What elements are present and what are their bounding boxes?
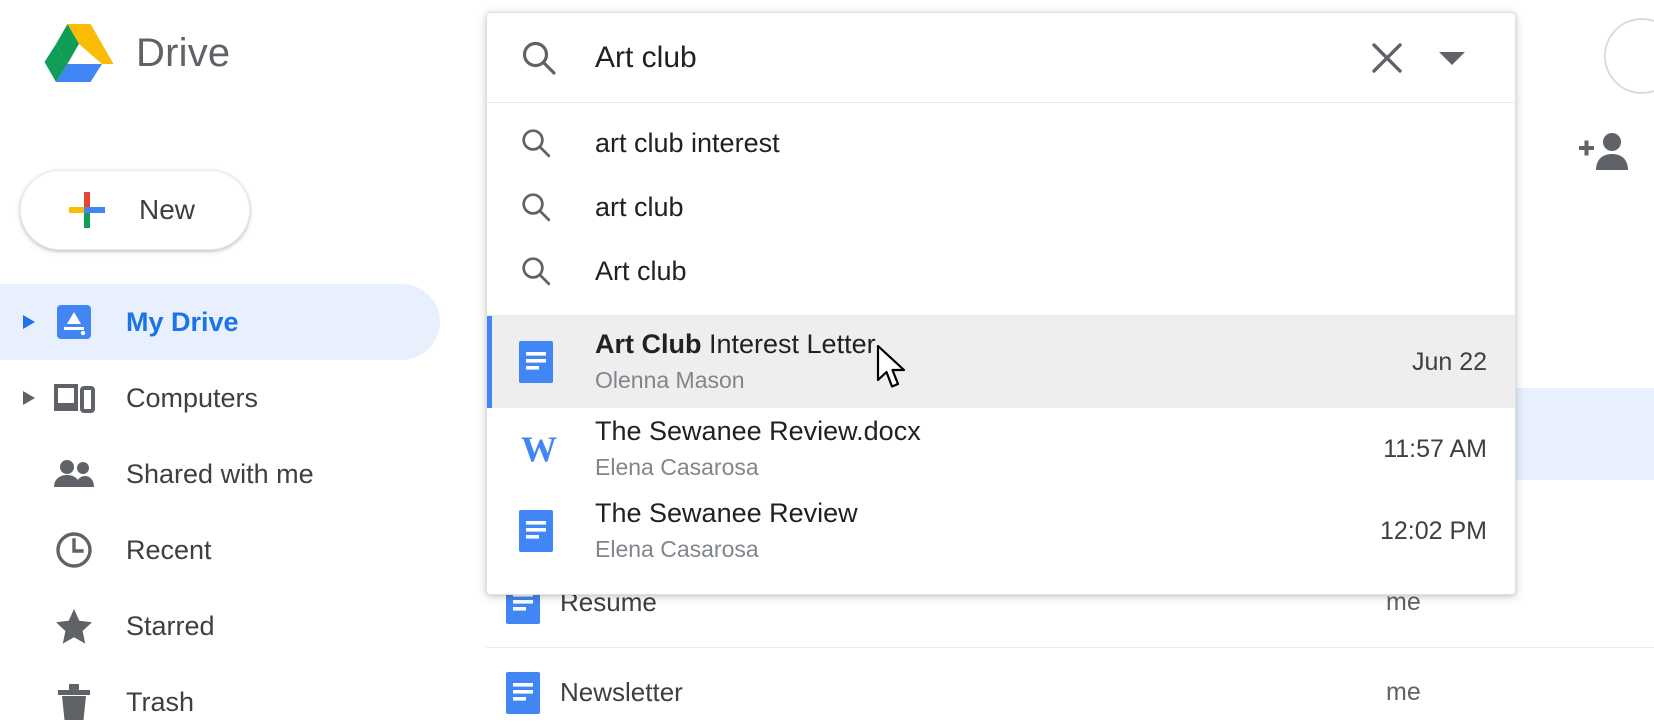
search-result-time: 11:57 AM [1383, 434, 1487, 463]
sidebar-item-label: Recent [126, 534, 212, 565]
suggestion-item[interactable]: art club [487, 175, 1515, 239]
sidebar-item-label: Trash [126, 686, 195, 717]
clock-icon [46, 530, 102, 570]
search-result-owner: Elena Casarosa [595, 453, 759, 480]
file-owner: me [1386, 678, 1421, 706]
svg-text:W: W [521, 429, 557, 469]
search-result-row[interactable]: The Sewanee Review Elena Casarosa 12:02 … [487, 490, 1515, 572]
search-results-list: Art Club Interest Letter Olenna Mason Ju… [487, 316, 1515, 594]
search-result-title-rest: The Sewanee Review.docx [595, 416, 921, 447]
search-result-body: The Sewanee Review Elena Casarosa [581, 497, 1380, 565]
suggestion-text: art club [595, 191, 684, 222]
file-name: Newsletter [560, 677, 683, 707]
suggestion-text: Art club [595, 255, 687, 286]
google-docs-icon [519, 341, 581, 383]
search-result-title: The Sewanee Review.docx [595, 415, 1383, 449]
brand-name: Drive [136, 30, 231, 75]
sidebar-item-my-drive[interactable]: My Drive [0, 284, 440, 360]
search-result-title-rest: The Sewanee Review [595, 498, 858, 529]
expand-caret-icon[interactable] [12, 313, 46, 331]
drive-app-window: Drive New My Drive Computers Shared with… [0, 0, 1654, 726]
search-icon [519, 190, 581, 224]
sidebar-item-label: Starred [126, 610, 215, 641]
search-result-row[interactable]: Art Club Interest Letter Olenna Mason Ju… [487, 316, 1515, 408]
drive-logo-icon [44, 22, 114, 84]
suggestion-item[interactable]: art club interest [487, 111, 1515, 175]
sidebar-item-starred[interactable]: Starred [0, 588, 486, 664]
computer-icon [46, 382, 102, 414]
drive-icon [46, 302, 102, 342]
google-docs-icon [519, 510, 581, 552]
search-result-title-match: Art Club [595, 329, 702, 360]
sidebar-nav: My Drive Computers Shared with me Recent… [0, 284, 486, 726]
search-result-row[interactable]: W The Sewanee Review.docx Elena Casarosa… [487, 408, 1515, 490]
search-result-title: Art Club Interest Letter [595, 328, 1412, 362]
sidebar-item-shared-with-me[interactable]: Shared with me [0, 436, 486, 512]
search-input[interactable]: Art club [581, 41, 1357, 75]
search-icon [519, 126, 581, 160]
word-docx-icon: W [519, 427, 581, 471]
sidebar: Drive New My Drive Computers Shared with… [0, 0, 486, 726]
table-row[interactable]: Newsletter me [486, 648, 1654, 726]
search-result-time: 12:02 PM [1379, 516, 1487, 545]
sidebar-item-label: Shared with me [126, 458, 314, 489]
results-bottom-padding [487, 572, 1515, 594]
suggestion-item[interactable]: Art club [487, 239, 1515, 303]
search-bar: Art club [487, 13, 1515, 103]
sidebar-item-trash[interactable]: Trash [0, 664, 486, 726]
expand-caret-icon[interactable] [12, 389, 46, 407]
search-result-owner: Elena Casarosa [595, 535, 759, 562]
search-result-title-rest: Interest Letter [701, 329, 876, 360]
search-result-body: Art Club Interest Letter Olenna Mason [581, 328, 1412, 396]
sidebar-item-computers[interactable]: Computers [0, 360, 486, 436]
people-icon [46, 458, 102, 490]
plus-icon [65, 188, 109, 232]
close-icon[interactable] [1357, 28, 1417, 88]
search-icon [519, 38, 581, 78]
sidebar-item-label: Computers [126, 382, 259, 413]
sidebar-item-label: My Drive [126, 306, 239, 337]
search-result-time: Jun 22 [1411, 347, 1487, 376]
drive-brand[interactable]: Drive [44, 22, 230, 84]
avatar[interactable] [1604, 18, 1654, 94]
main-toolbar [1578, 130, 1632, 177]
sidebar-item-recent[interactable]: Recent [0, 512, 486, 588]
new-button[interactable]: New [20, 170, 250, 250]
new-button-label: New [139, 194, 196, 225]
chevron-down-icon[interactable] [1417, 28, 1487, 88]
star-icon [46, 606, 102, 646]
search-icon [519, 254, 581, 288]
trash-icon [46, 682, 102, 722]
person-add-icon[interactable] [1578, 130, 1632, 177]
search-result-title: The Sewanee Review [595, 497, 1380, 531]
search-suggestions-list: art club interest art club Art club [487, 103, 1515, 316]
search-dropdown-panel: Art club art club interest art club Art … [486, 12, 1516, 595]
search-result-body: The Sewanee Review.docx Elena Casarosa [581, 415, 1383, 483]
search-result-owner: Olenna Mason [595, 366, 745, 393]
suggestion-text: art club interest [595, 127, 780, 158]
google-docs-icon [486, 671, 560, 714]
